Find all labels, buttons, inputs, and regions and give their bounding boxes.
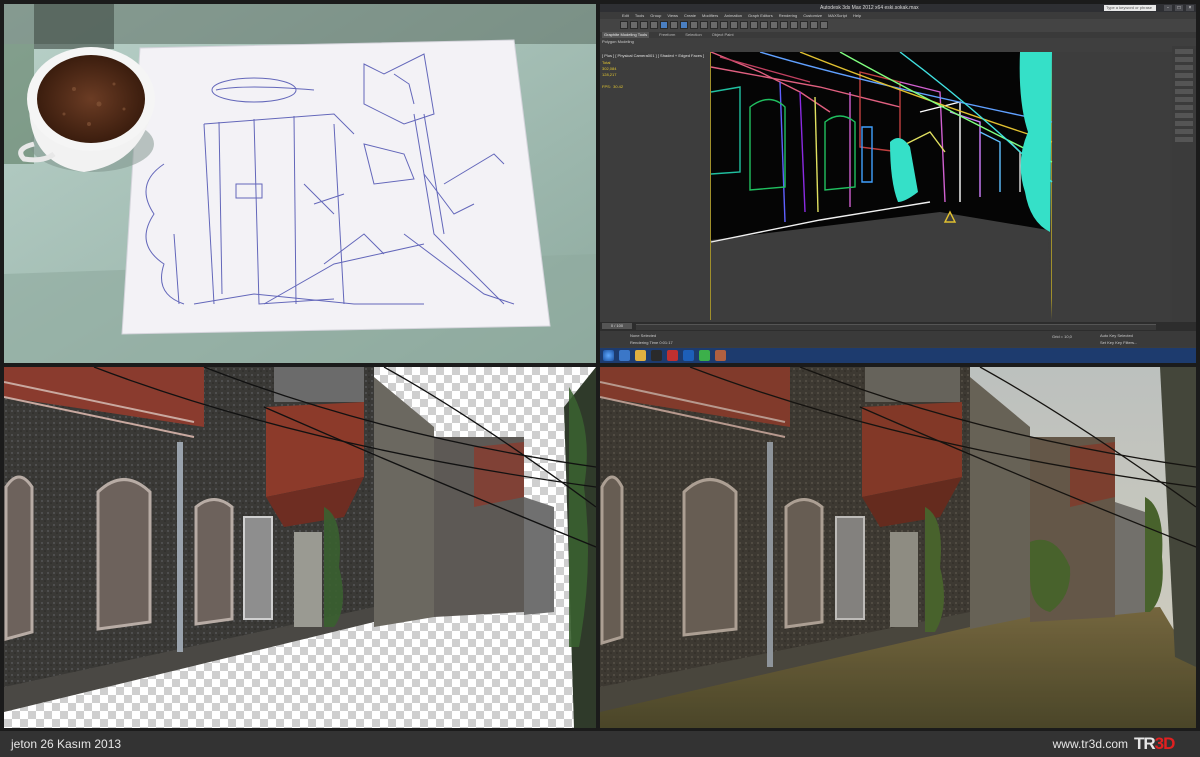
menu-modifiers[interactable]: Modifiers	[702, 12, 718, 19]
menu-rendering[interactable]: Rendering	[779, 12, 797, 19]
status-bar: None Selected Rendering Time 0:01:17 Gri…	[600, 331, 1196, 347]
3dsmax-icon[interactable]	[651, 350, 662, 361]
rotate-icon[interactable]	[690, 21, 698, 29]
menu-customize[interactable]: Customize	[803, 12, 822, 19]
move-icon[interactable]	[680, 21, 688, 29]
caption: jeton 26 Kasım 2013	[11, 737, 122, 751]
schematic-icon[interactable]	[780, 21, 788, 29]
menu-views[interactable]: Views	[667, 12, 678, 19]
status-selection: None Selected	[630, 333, 657, 338]
explorer-icon[interactable]	[635, 350, 646, 361]
start-icon[interactable]	[603, 350, 614, 361]
menu-create[interactable]: Create	[684, 12, 696, 19]
media-icon[interactable]	[667, 350, 678, 361]
align-icon[interactable]	[750, 21, 758, 29]
link-icon[interactable]	[640, 21, 648, 29]
timeline-track[interactable]	[636, 324, 1156, 330]
angle-snap-icon[interactable]	[720, 21, 728, 29]
maximize-button[interactable]: □	[1175, 5, 1183, 11]
photoshop-icon[interactable]	[683, 350, 694, 361]
layer-icon[interactable]	[760, 21, 768, 29]
status-render-time: Rendering Time 0:01:17	[630, 340, 673, 345]
logo-3d: 3D	[1154, 734, 1176, 753]
select-region-icon[interactable]	[670, 21, 678, 29]
windows-taskbar	[600, 348, 1196, 363]
sketch-photo	[4, 4, 596, 363]
ribbon-panel-label: Polygon Modeling	[602, 39, 634, 44]
menu-graph-editors[interactable]: Graph Editors	[748, 12, 773, 19]
time-slider[interactable]: 0 / 100	[602, 323, 632, 329]
material-editor-icon[interactable]	[790, 21, 798, 29]
set-key-button[interactable]: Set Key Key Filters...	[1100, 340, 1137, 345]
menu-edit[interactable]: Edit	[622, 12, 629, 19]
menu-animation[interactable]: Animation	[724, 12, 742, 19]
main-toolbar	[600, 19, 1196, 32]
window-title: Autodesk 3ds Max 2012 x64 eski.sokak.max	[820, 5, 919, 11]
render-icon[interactable]	[820, 21, 828, 29]
status-grid: Grid = 10,0	[1052, 334, 1072, 339]
timeline[interactable]: 0 / 100	[600, 322, 1196, 331]
max-window: Autodesk 3ds Max 2012 x64 eski.sokak.max…	[600, 4, 1196, 363]
render-alpha	[4, 367, 596, 728]
menu-bar: Edit Tools Group Views Create Modifiers …	[600, 12, 1196, 19]
camera-viewport[interactable]: [ Plus ] [ Physical Camera001 ] [ Shaded…	[600, 52, 1170, 322]
menu-maxscript[interactable]: MAXScript	[828, 12, 847, 19]
ribbon-panel: Polygon Modeling	[600, 38, 1196, 52]
auto-key-button[interactable]: Auto Key Selected	[1100, 333, 1133, 338]
ie-icon[interactable]	[619, 350, 630, 361]
percent-snap-icon[interactable]	[730, 21, 738, 29]
search-input[interactable]: Type a keyword or phrase	[1104, 5, 1156, 11]
render-setup-icon[interactable]	[800, 21, 808, 29]
select-icon[interactable]	[660, 21, 668, 29]
render-frame-icon[interactable]	[810, 21, 818, 29]
chrome-icon[interactable]	[699, 350, 710, 361]
menu-tools[interactable]: Tools	[635, 12, 644, 19]
site-link[interactable]: www.tr3d.com	[1053, 731, 1128, 757]
mirror-icon[interactable]	[740, 21, 748, 29]
scale-icon[interactable]	[700, 21, 708, 29]
logo-tr: TR	[1134, 734, 1156, 753]
close-button[interactable]: ×	[1186, 5, 1194, 11]
render-final	[600, 367, 1196, 728]
minimize-button[interactable]: -	[1164, 5, 1172, 11]
command-panel[interactable]	[1172, 46, 1196, 322]
curve-editor-icon[interactable]	[770, 21, 778, 29]
redo-icon[interactable]	[630, 21, 638, 29]
menu-help[interactable]: Help	[853, 12, 861, 19]
unlink-icon[interactable]	[650, 21, 658, 29]
snap-icon[interactable]	[710, 21, 718, 29]
tr3d-logo: TR3D	[1134, 734, 1192, 754]
menu-group[interactable]: Group	[650, 12, 661, 19]
footer-bar: jeton 26 Kasım 2013 www.tr3d.com TR3D	[0, 731, 1200, 757]
app-icon[interactable]	[715, 350, 726, 361]
undo-icon[interactable]	[620, 21, 628, 29]
title-bar: Autodesk 3ds Max 2012 x64 eski.sokak.max…	[600, 4, 1196, 12]
